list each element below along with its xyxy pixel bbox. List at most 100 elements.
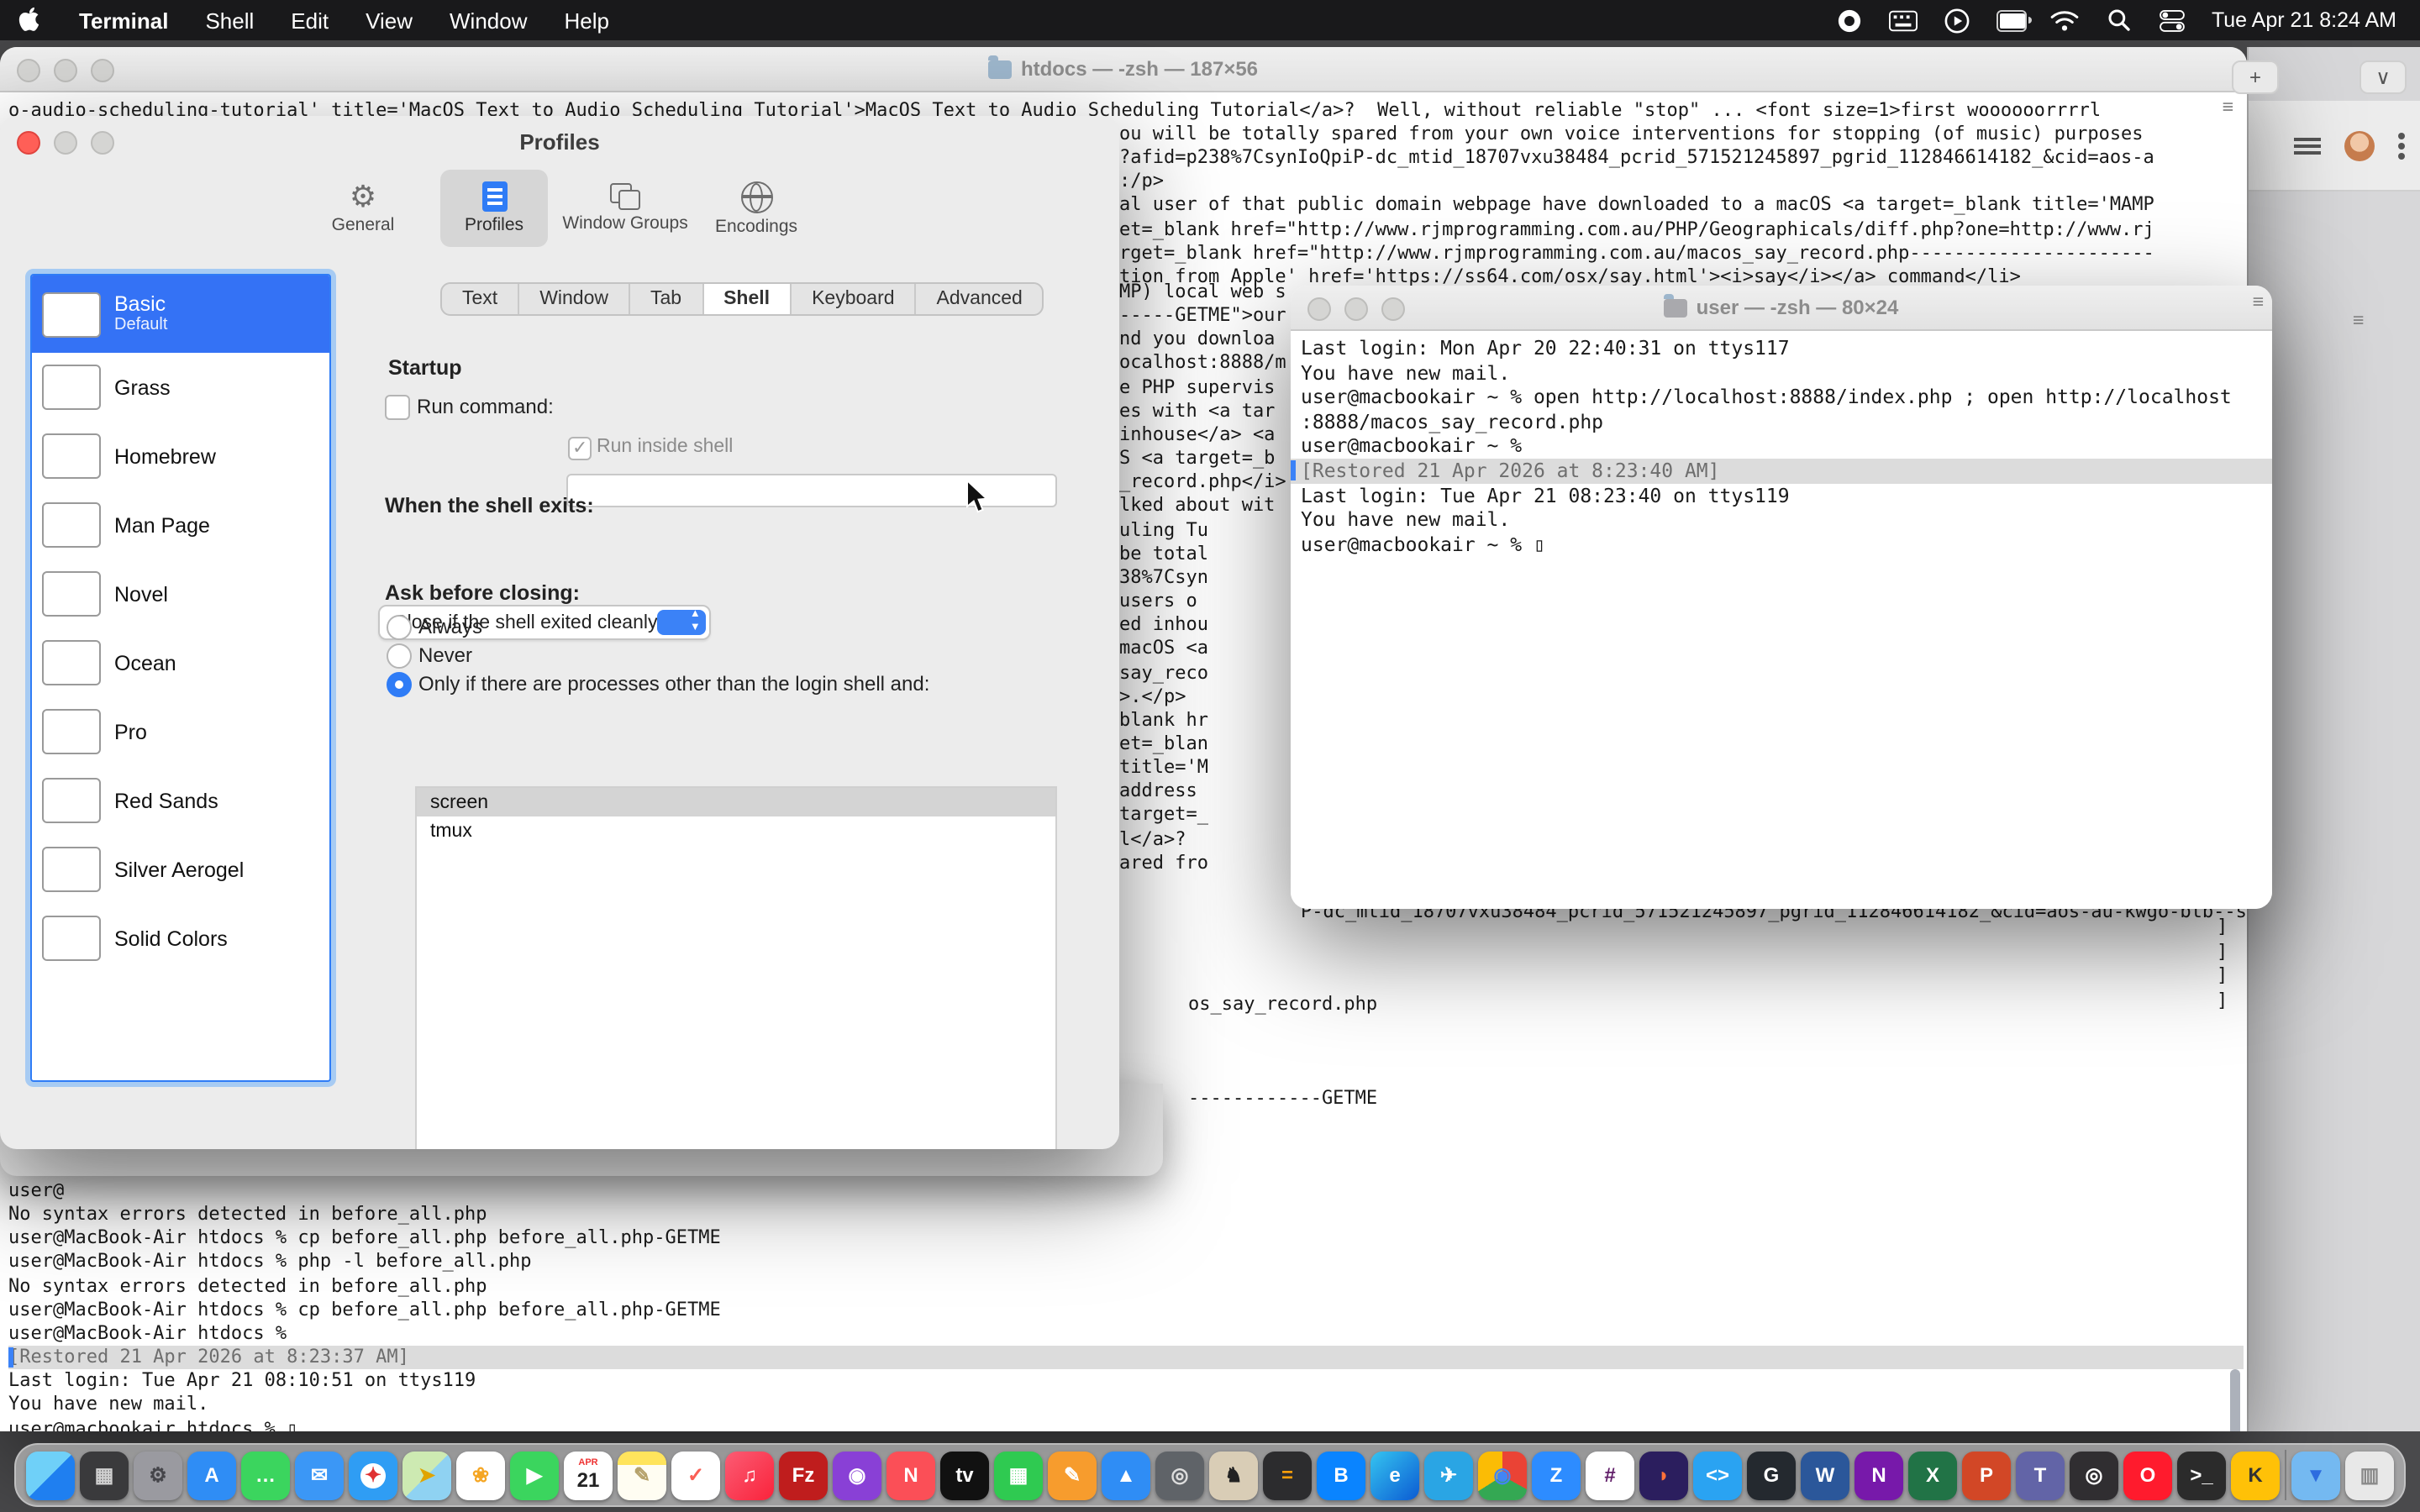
- tab-tab[interactable]: Tab: [630, 284, 703, 314]
- scrollbar-thumb[interactable]: [2230, 1369, 2240, 1431]
- tab-advanced[interactable]: Advanced: [917, 284, 1043, 314]
- dock-app-icon[interactable]: ♫: [725, 1451, 774, 1499]
- dock-app-icon[interactable]: #: [1586, 1451, 1634, 1499]
- dock-app-icon[interactable]: ✎: [618, 1451, 666, 1499]
- menu-help[interactable]: Help: [546, 8, 629, 33]
- dock-app-icon[interactable]: ✉: [295, 1451, 344, 1499]
- dock-app-icon[interactable]: G: [1747, 1451, 1796, 1499]
- dock-app-icon[interactable]: P: [1962, 1451, 2011, 1499]
- wifi-icon[interactable]: [2050, 7, 2081, 34]
- htdocs-titlebar[interactable]: htdocs — -zsh — 187×56: [0, 47, 2247, 92]
- dock-app-icon[interactable]: ▲: [1102, 1451, 1150, 1499]
- tab-text[interactable]: Text: [442, 284, 519, 314]
- profile-list[interactable]: Basic Default Grass: [30, 274, 331, 1082]
- radio-only-if[interactable]: [387, 672, 412, 697]
- dock-app-icon[interactable]: ❀: [456, 1451, 505, 1499]
- radio-never[interactable]: [387, 643, 412, 669]
- dock-app-icon[interactable]: ⚙: [134, 1451, 182, 1499]
- user-terminal-content[interactable]: Last login: Mon Apr 20 22:40:31 on ttys1…: [1291, 331, 2272, 909]
- dock-app-icon[interactable]: N: [1854, 1451, 1903, 1499]
- keyboard-icon[interactable]: [1889, 7, 1919, 34]
- tab-window[interactable]: Window: [519, 284, 630, 314]
- user-terminal-window[interactable]: user — -zsh — 80×24 Last login: Mon Apr …: [1291, 286, 2272, 909]
- status-app-icon[interactable]: [1835, 7, 1865, 34]
- tune-icon[interactable]: [2294, 135, 2321, 155]
- dock-app-icon[interactable]: [26, 1451, 75, 1499]
- dock-app-icon[interactable]: ✓: [671, 1451, 720, 1499]
- dock-app-icon[interactable]: ◗: [1639, 1451, 1688, 1499]
- profiles-window[interactable]: Profiles ⚙ General Profiles Window Group…: [0, 116, 1119, 1149]
- search-icon[interactable]: [2104, 7, 2134, 34]
- dock-app-icon[interactable]: O: [2123, 1451, 2172, 1499]
- dock-app-icon[interactable]: A: [187, 1451, 236, 1499]
- zoom-icon[interactable]: [91, 59, 114, 82]
- dock-app-icon[interactable]: …: [241, 1451, 290, 1499]
- profile-list-item[interactable]: Grass: [32, 353, 329, 422]
- dock-app-icon[interactable]: ▦: [80, 1451, 129, 1499]
- menu-edit[interactable]: Edit: [272, 8, 347, 33]
- new-tab-button[interactable]: +: [2232, 60, 2279, 94]
- page-icon[interactable]: ≡: [2223, 96, 2233, 119]
- dock-app-icon[interactable]: ▦: [994, 1451, 1043, 1499]
- dock-app-icon[interactable]: ✎: [1048, 1451, 1097, 1499]
- profiles-titlebar[interactable]: Profiles: [0, 116, 1119, 166]
- tab-keyboard[interactable]: Keyboard: [792, 284, 916, 314]
- dock-app-icon[interactable]: T: [2016, 1451, 2065, 1499]
- dock-app-icon[interactable]: [2285, 1450, 2286, 1500]
- dock-app-icon[interactable]: ◎: [1155, 1451, 1204, 1499]
- dock-app-icon[interactable]: tv: [940, 1451, 989, 1499]
- dock-app-icon[interactable]: ♞: [1209, 1451, 1258, 1499]
- minimize-icon[interactable]: [54, 59, 77, 82]
- dock-app-icon[interactable]: >_: [2177, 1451, 2226, 1499]
- zoom-icon[interactable]: [91, 131, 114, 155]
- dock-app-icon[interactable]: ▶: [510, 1451, 559, 1499]
- tab-shell[interactable]: Shell: [703, 284, 792, 314]
- dock-app-icon[interactable]: ▼: [2291, 1451, 2340, 1499]
- process-list[interactable]: screen tmux: [415, 786, 1057, 1149]
- avatar[interactable]: [2344, 130, 2375, 160]
- close-icon[interactable]: [1307, 297, 1331, 321]
- radio-always[interactable]: [387, 615, 412, 640]
- dock-app-icon[interactable]: Z: [1532, 1451, 1581, 1499]
- profile-list-item[interactable]: Man Page: [32, 491, 329, 559]
- profile-list-item[interactable]: Novel: [32, 559, 329, 628]
- profile-list-item[interactable]: Red Sands: [32, 766, 329, 835]
- dock-app-icon[interactable]: X: [1908, 1451, 1957, 1499]
- dock-app-icon[interactable]: ◎: [2070, 1451, 2118, 1499]
- close-icon[interactable]: [17, 59, 40, 82]
- dock-app-icon[interactable]: Fz: [779, 1451, 828, 1499]
- menu-view[interactable]: View: [347, 8, 431, 33]
- toolbar-item-profiles[interactable]: Profiles: [440, 170, 548, 247]
- list-icon[interactable]: ≡: [2353, 309, 2364, 331]
- minimize-icon[interactable]: [54, 131, 77, 155]
- dock-app-icon[interactable]: N: [886, 1451, 935, 1499]
- profile-list-item[interactable]: Ocean: [32, 628, 329, 697]
- dock-app-icon[interactable]: ✦: [349, 1451, 397, 1499]
- playback-icon[interactable]: [1943, 7, 1973, 34]
- dock-app-icon[interactable]: ◉: [833, 1451, 881, 1499]
- dock-app-icon[interactable]: ➤: [402, 1451, 451, 1499]
- run-command-checkbox[interactable]: [385, 395, 410, 420]
- user-titlebar[interactable]: user — -zsh — 80×24: [1291, 286, 2272, 331]
- profile-list-item[interactable]: Solid Colors: [32, 904, 329, 973]
- dock-app-icon[interactable]: ✈: [1424, 1451, 1473, 1499]
- dock-app-icon[interactable]: e: [1370, 1451, 1419, 1499]
- profile-list-item[interactable]: Basic Default: [32, 276, 329, 353]
- dock-app-icon[interactable]: =: [1263, 1451, 1312, 1499]
- menu-window[interactable]: Window: [431, 8, 546, 33]
- menu-shell[interactable]: Shell: [187, 8, 272, 33]
- app-menu-terminal[interactable]: Terminal: [60, 8, 187, 33]
- dock-app-icon[interactable]: <>: [1693, 1451, 1742, 1499]
- dock-app-icon[interactable]: ▥: [2345, 1451, 2394, 1499]
- apple-menu[interactable]: [0, 4, 60, 36]
- page-icon[interactable]: ≡: [2253, 291, 2264, 312]
- dock-app-icon[interactable]: ◉: [1478, 1451, 1527, 1499]
- toolbar-item-encodings[interactable]: Encodings: [702, 170, 810, 247]
- menu-bar-clock[interactable]: Tue Apr 21 8:24 AM: [2212, 8, 2396, 32]
- minimize-icon[interactable]: [1344, 297, 1368, 321]
- process-list-item[interactable]: screen: [417, 788, 1055, 816]
- dock-app-icon[interactable]: APR 21: [564, 1451, 613, 1499]
- tab-overview-chevron[interactable]: ∨: [2360, 60, 2407, 94]
- more-options-icon[interactable]: [2398, 132, 2405, 159]
- close-icon[interactable]: [17, 131, 40, 155]
